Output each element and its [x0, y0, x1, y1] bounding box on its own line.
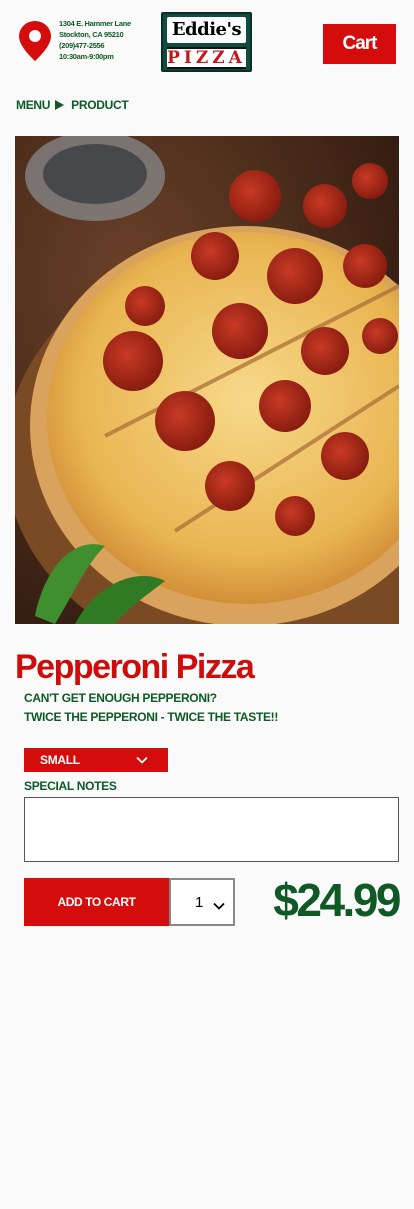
breadcrumb: MENU PRODUCT: [16, 96, 129, 114]
address-hours: 10:30am-9:00pm: [59, 52, 114, 61]
breadcrumb-current: PRODUCT: [71, 98, 129, 112]
description-line-2: TWICE THE PEPPERONI - TWICE THE TASTE!!: [24, 710, 279, 724]
logo-line-2: PIZZA: [167, 47, 246, 69]
address-street: 1304 E. Hammer Lane: [59, 19, 131, 28]
size-select-value: SMALL: [40, 753, 80, 767]
chevron-down-icon: [213, 902, 225, 910]
product-image: [15, 136, 399, 624]
product-title: Pepperoni Pizza: [15, 648, 255, 686]
address-city: Stockton, CA 95210: [59, 30, 124, 39]
product-price: $24.99: [273, 874, 401, 926]
site-header: 1304 E. Hammer Lane Stockton, CA 95210 (…: [0, 0, 414, 90]
store-address: 1304 E. Hammer Lane Stockton, CA 95210 (…: [59, 18, 159, 62]
site-logo[interactable]: Eddie's PIZZA: [161, 12, 252, 72]
location-pin-icon: [19, 21, 51, 61]
breadcrumb-arrow-icon: [55, 100, 65, 110]
cart-button[interactable]: Cart: [323, 24, 396, 64]
special-notes-field[interactable]: [24, 797, 399, 862]
pizza-photo: [15, 136, 399, 624]
breadcrumb-menu-link[interactable]: MENU: [16, 98, 50, 112]
product-description: CAN'T GET ENOUGH PEPPERONI? TWICE THE PE…: [24, 689, 278, 727]
quantity-select[interactable]: 1: [169, 878, 235, 926]
chevron-down-icon: [136, 756, 148, 764]
special-notes-label: SPECIAL NOTES: [24, 779, 117, 793]
address-phone[interactable]: (209)477-2556: [59, 40, 159, 51]
add-to-cart-button[interactable]: ADD TO CART: [24, 878, 169, 926]
logo-line-1: Eddie's: [167, 17, 246, 43]
quantity-value: 1: [195, 894, 204, 911]
description-line-1: CAN'T GET ENOUGH PEPPERONI?: [24, 691, 217, 705]
size-select[interactable]: SMALL: [24, 748, 168, 772]
